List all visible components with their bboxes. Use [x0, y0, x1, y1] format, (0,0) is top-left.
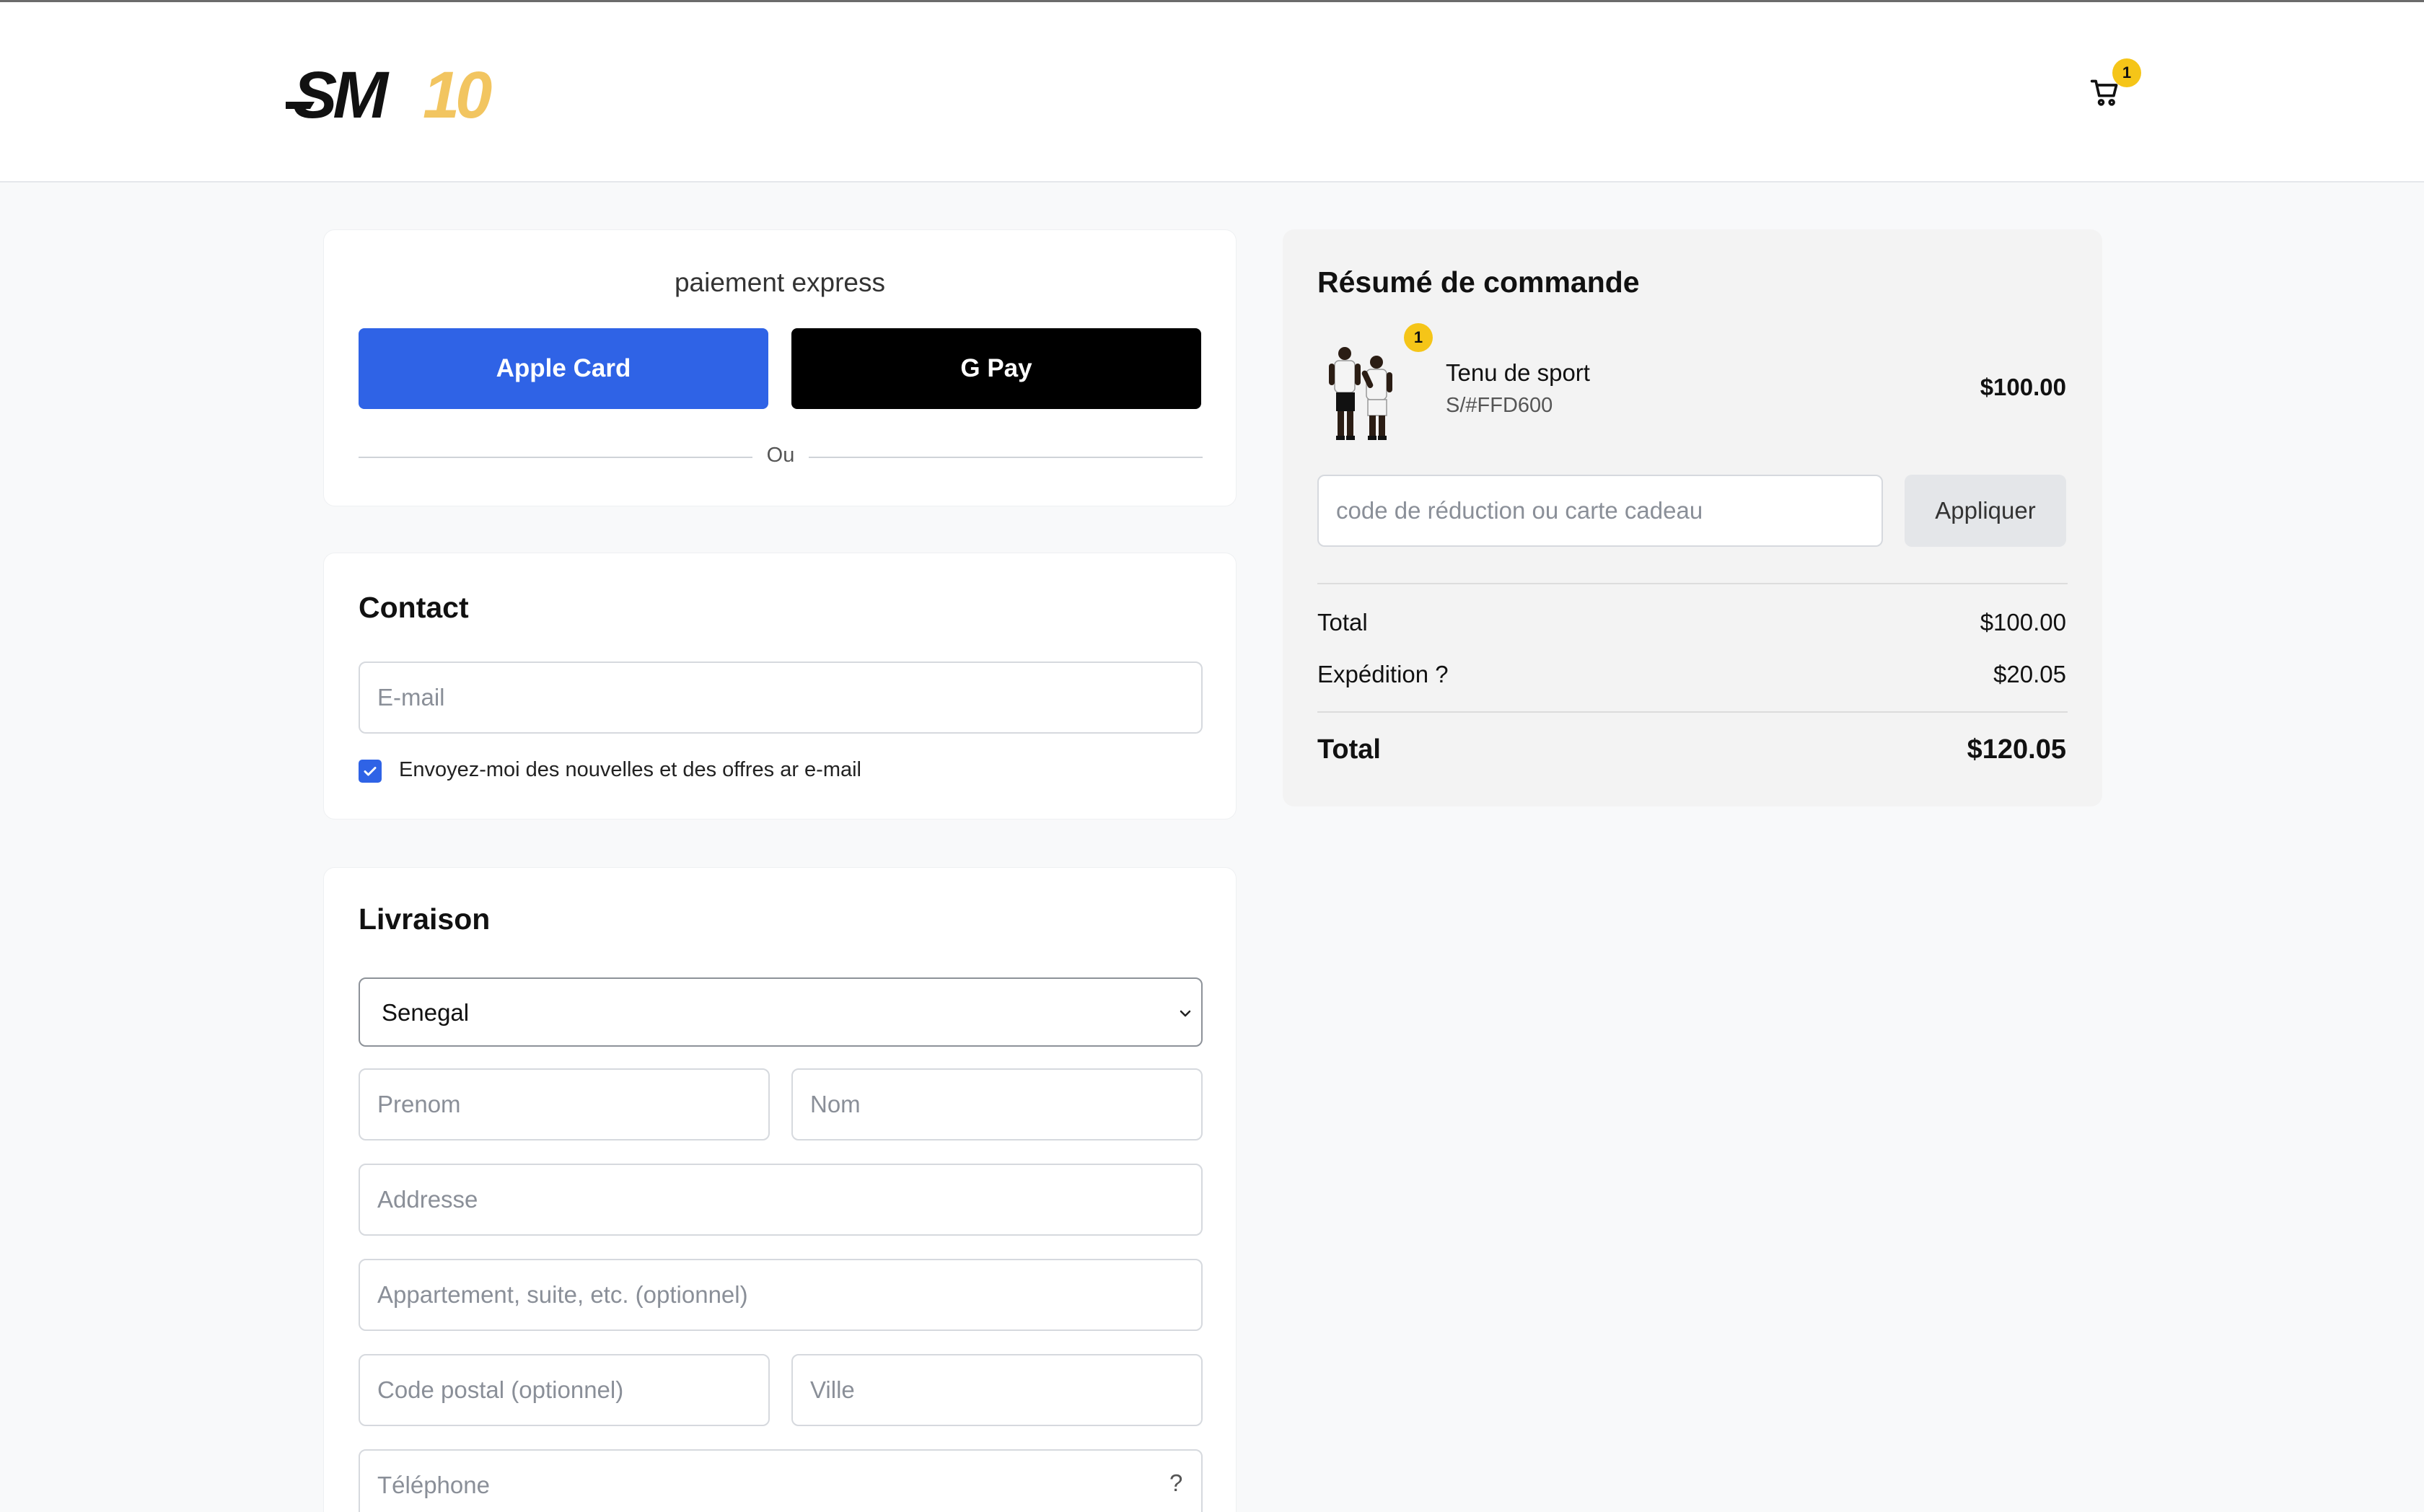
contact-title: Contact: [359, 591, 469, 624]
cart-count-badge: 1: [2112, 58, 2141, 87]
or-divider-text: Ou: [766, 444, 795, 467]
phone-help-icon[interactable]: ?: [1169, 1469, 1182, 1497]
google-pay-button[interactable]: G Pay: [791, 328, 1201, 409]
city-field[interactable]: [791, 1354, 1203, 1426]
contact-card: Contact Envoyez-moi des nouvelles et des…: [323, 553, 1237, 819]
postal-code-field[interactable]: [359, 1354, 770, 1426]
site-header: SM 10 1: [0, 2, 2424, 183]
svg-text:SM: SM: [293, 58, 390, 128]
svg-text:10: 10: [423, 58, 492, 128]
product-thumbnail: [1329, 347, 1392, 440]
grand-total-label: Total: [1317, 734, 1381, 765]
discount-code-field[interactable]: [1317, 475, 1883, 547]
phone-field[interactable]: [359, 1449, 1203, 1512]
subtotal-label: Total: [1317, 609, 1368, 636]
country-select-value: Senegal: [382, 999, 470, 1026]
product-variant: S/#FFD600: [1446, 394, 1553, 417]
newsletter-checkbox[interactable]: [359, 760, 382, 783]
checkmark-icon: [364, 767, 377, 776]
newsletter-label: Envoyez-moi des nouvelles et des offres …: [399, 758, 861, 781]
chevron-down-icon: [1180, 1010, 1191, 1017]
summary-divider: [1317, 711, 2068, 713]
sm10-logo[interactable]: SM 10: [286, 58, 535, 128]
last-name-field[interactable]: [791, 1068, 1203, 1140]
express-checkout-title: paiement express: [674, 268, 886, 297]
order-summary-card: Résumé de commande 1 Tenu de sport S/#FF…: [1283, 229, 2102, 806]
address-field[interactable]: [359, 1164, 1203, 1236]
subtotal-value: $100.00: [1980, 609, 2066, 636]
shipping-cost-label: Expédition ?: [1317, 661, 1449, 687]
first-name-field[interactable]: [359, 1068, 770, 1140]
shipping-cost-value: $20.05: [1993, 661, 2066, 687]
product-price: $100.00: [1980, 374, 2066, 400]
grand-total-value: $120.05: [1967, 734, 2066, 765]
divider-line-right: [809, 457, 1203, 458]
divider-line-left: [359, 457, 752, 458]
apartment-field[interactable]: [359, 1259, 1203, 1331]
apply-discount-button[interactable]: Appliquer: [1905, 475, 2066, 547]
item-quantity-badge: 1: [1404, 323, 1433, 352]
product-name: Tenu de sport: [1446, 359, 1590, 386]
express-checkout-card: paiement express Apple Card G Pay Ou: [323, 229, 1237, 506]
apple-card-button[interactable]: Apple Card: [359, 328, 768, 409]
order-summary-title: Résumé de commande: [1317, 265, 1640, 299]
summary-divider: [1317, 583, 2068, 584]
shipping-title: Livraison: [359, 902, 491, 936]
shipping-card: Livraison Senegal ?: [323, 867, 1237, 1512]
country-select[interactable]: Senegal: [359, 977, 1203, 1047]
email-field[interactable]: [359, 662, 1203, 734]
